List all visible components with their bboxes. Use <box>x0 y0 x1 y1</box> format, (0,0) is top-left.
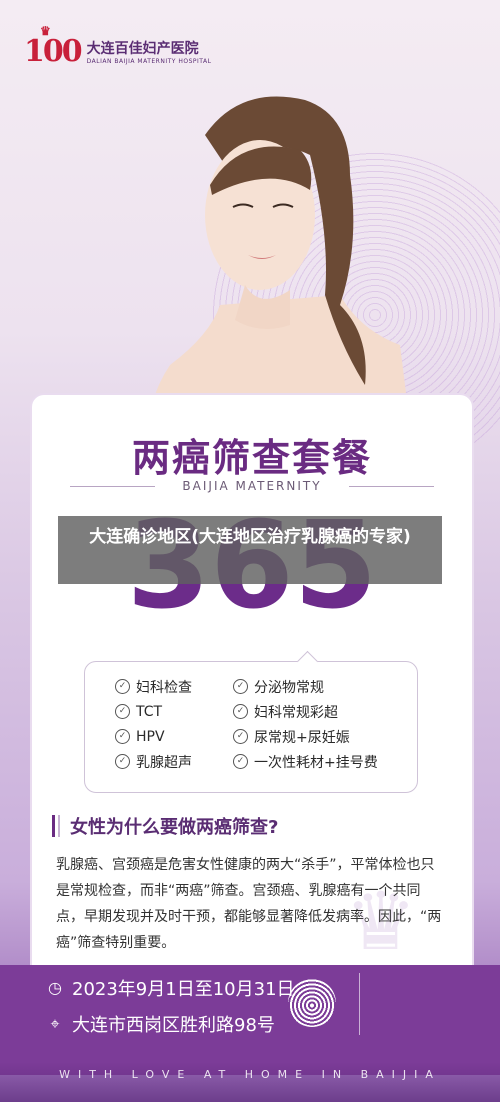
checklist-box: ✓ 妇科检查 ✓ 分泌物常规 ✓ TCT ✓ 妇科常规彩超 ✓ HPV ✓ 尿常规+尿妊娠 … <box>84 661 418 793</box>
hospital-logo: ♛ 100 大连百佳妇产医院 DALIAN BAIJIA MATERNITY H… <box>24 24 212 69</box>
package-subtitle: BAIJIA MATERNITY <box>32 479 472 493</box>
check-circle-icon: ✓ <box>233 754 248 769</box>
checklist-item-label: 妇科检查 <box>136 679 192 696</box>
crown-icon: ♛ <box>40 24 51 38</box>
checklist-item: ✓ 妇科检查 <box>115 678 233 696</box>
date-row: ◷ 2023年9月1日至10月31日 <box>46 975 295 1001</box>
divider <box>359 973 360 1035</box>
footer-slogan: WITH LOVE AT HOME IN BAIJIA <box>59 1068 441 1081</box>
checklist-item: ✓ HPV <box>115 728 233 745</box>
checklist-item: ✓ 乳腺超声 <box>115 753 233 771</box>
checklist-item: ✓ 分泌物常规 <box>233 678 403 696</box>
hospital-name-cn: 大连百佳妇产医院 <box>86 41 199 57</box>
info-bar: ◷ 2023年9月1日至10月31日 ⌖ 大连市西岗区胜利路98号 <box>0 965 500 1075</box>
checklist-item-label: TCT <box>136 703 163 720</box>
logo-number: 100 <box>24 34 83 69</box>
checklist-item: ✓ 尿常规+尿妊娠 <box>233 728 403 746</box>
checklist-item-label: 分泌物常规 <box>254 679 324 696</box>
event-address: 大连市西岗区胜利路98号 <box>72 1015 275 1036</box>
checklist-item-label: 乳腺超声 <box>136 754 192 771</box>
location-pin-icon: ⌖ <box>50 1014 60 1033</box>
check-circle-icon: ✓ <box>233 729 248 744</box>
checklist-items: ✓ 妇科检查 ✓ 分泌物常规 ✓ TCT ✓ 妇科常规彩超 ✓ HPV ✓ 尿常规+尿妊娠 … <box>115 678 403 771</box>
poster: ♛ 100 大连百佳妇产医院 DALIAN BAIJIA MATERNITY H… <box>0 0 500 1102</box>
event-date: 2023年9月1日至10月31日 <box>72 979 295 1000</box>
hospital-name-en: DALIAN BAIJIA MATERNITY HOSPITAL <box>86 58 212 65</box>
check-circle-icon: ✓ <box>115 679 130 694</box>
checklist-item: ✓ 一次性耗材+挂号费 <box>233 753 403 771</box>
heading-bar <box>52 815 55 837</box>
checklist-item: ✓ TCT <box>115 703 233 720</box>
logo-text: 大连百佳妇产医院 DALIAN BAIJIA MATERNITY HOSPITA… <box>87 38 212 65</box>
checklist-item-label: 一次性耗材+挂号费 <box>254 754 378 771</box>
check-circle-icon: ✓ <box>115 704 130 719</box>
address-row: ⌖ 大连市西岗区胜利路98号 <box>46 1011 275 1037</box>
package-title: 两癌筛查套餐 <box>131 436 372 480</box>
check-circle-icon: ✓ <box>115 729 130 744</box>
check-circle-icon: ✓ <box>115 754 130 769</box>
question-heading: 女性为什么要做两癌筛查? <box>52 813 278 839</box>
checklist-item: ✓ 妇科常规彩超 <box>233 703 403 721</box>
checklist-item-label: 尿常规+尿妊娠 <box>254 729 350 746</box>
question-text: 女性为什么要做两癌筛查? <box>70 817 279 838</box>
woman-portrait <box>150 96 410 425</box>
checklist-item-label: HPV <box>136 728 165 745</box>
overlay-caption: 大连确诊地区(大连地区治疗乳腺癌的专家) <box>58 516 442 584</box>
check-circle-icon: ✓ <box>233 679 248 694</box>
heading-bar-light <box>58 815 60 837</box>
logo-100-mark: ♛ 100 <box>24 24 83 69</box>
explanation-paragraph: 乳腺癌、宫颈癌是危害女性健康的两大“杀手”，平常体检也只是常规检查，而非“两癌”… <box>56 857 442 951</box>
checklist-item-label: 妇科常规彩超 <box>254 704 338 721</box>
clock-icon: ◷ <box>48 978 62 997</box>
check-circle-icon: ✓ <box>233 704 248 719</box>
fingerprint-icon <box>288 979 336 1027</box>
